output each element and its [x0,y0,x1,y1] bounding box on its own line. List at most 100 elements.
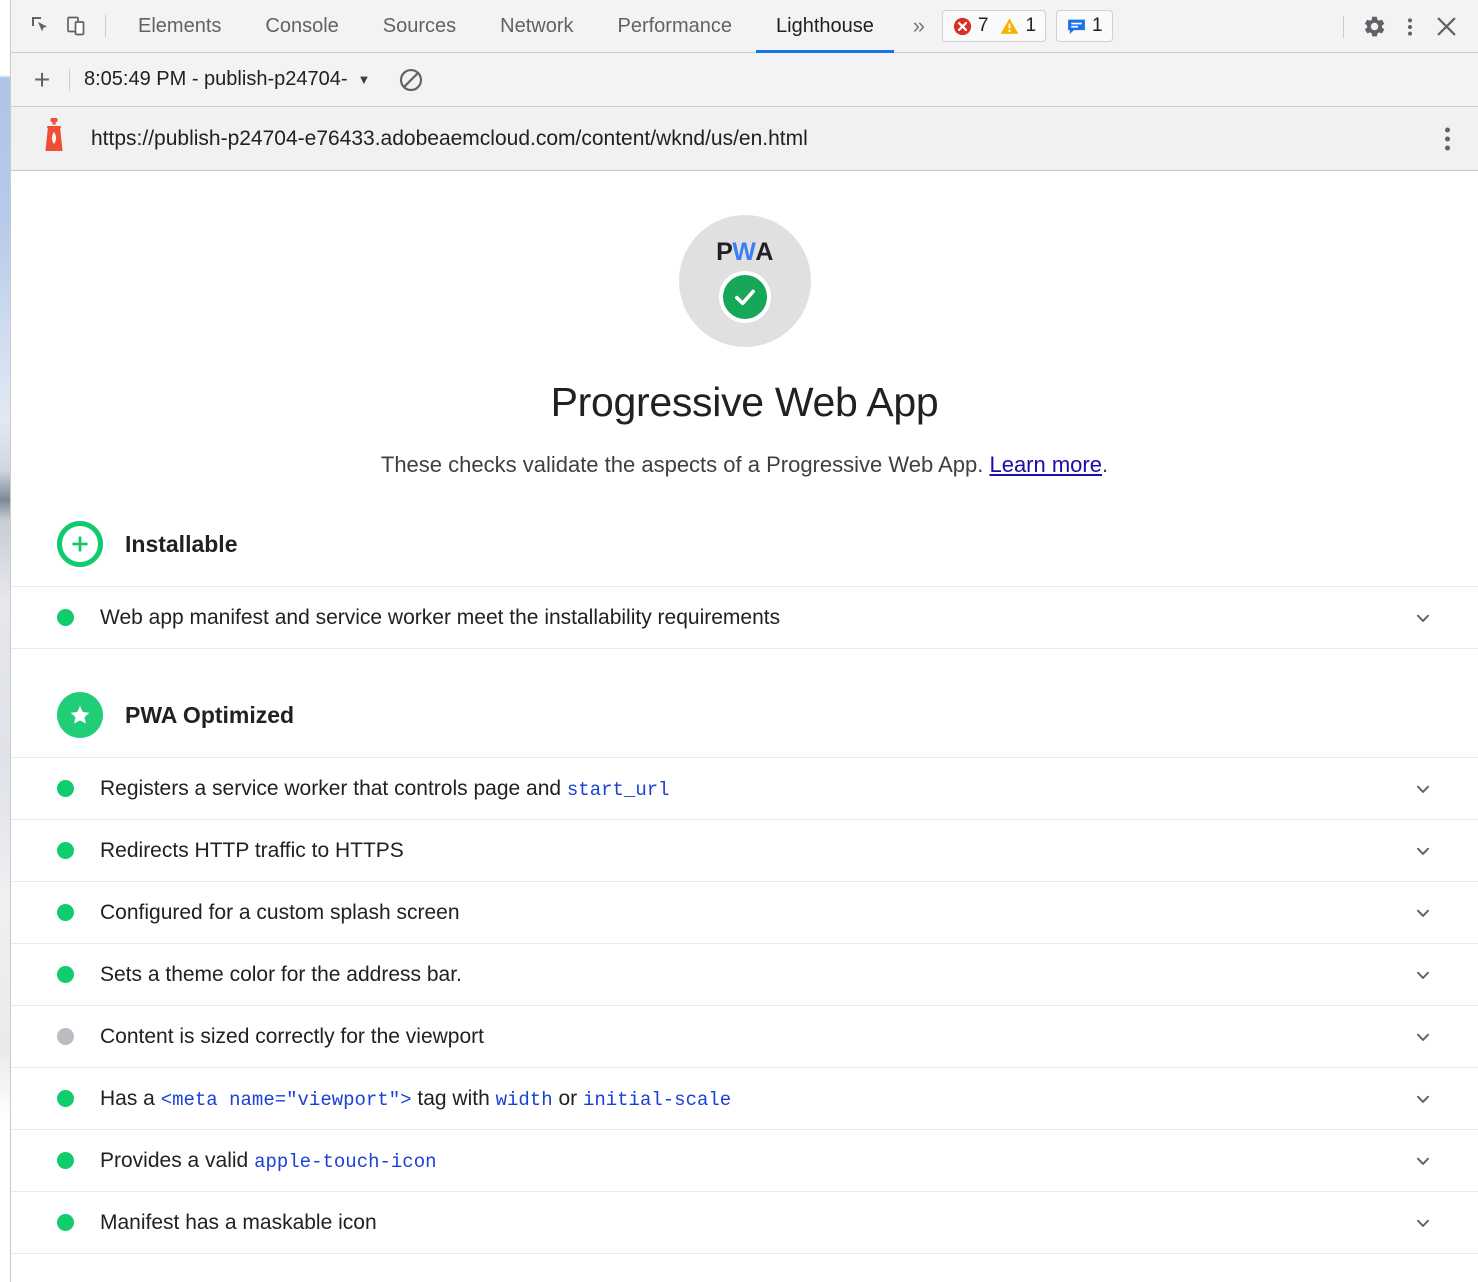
report-more-options-icon[interactable] [1439,121,1456,156]
audit-row[interactable]: Configured for a custom splash screen [11,881,1478,943]
audit-title: Sets a theme color for the address bar. [100,963,1412,987]
chevron-down-icon[interactable] [1412,1088,1434,1110]
lighthouse-icon [39,117,69,160]
audit-code-part: apple-touch-icon [254,1151,436,1173]
pwa-gauge: PWA [679,215,811,347]
issues-counter-group[interactable]: 7 1 [942,10,1046,42]
warning-count: 1 [1025,15,1036,37]
audit-title: Web app manifest and service worker meet… [100,606,1412,630]
chevron-down-icon[interactable] [1412,1150,1434,1172]
tab-lighthouse[interactable]: Lighthouse [754,0,896,53]
dot [1445,145,1450,150]
chevron-down-icon[interactable] [1412,607,1434,629]
audit-text-part: Content is sized correctly for the viewp… [100,1025,484,1048]
page-title: Progressive Web App [11,379,1478,426]
section-title-pwa-optimized: PWA Optimized [125,702,294,729]
warning-icon [999,16,1020,37]
message-count: 1 [1092,15,1103,37]
status-dot-pass [57,780,74,797]
audit-title: Provides a valid apple-touch-icon [100,1149,1412,1173]
device-toolbar-icon[interactable] [59,8,95,44]
tab-elements[interactable]: Elements [116,0,243,53]
audit-text-part: tag with [412,1087,496,1110]
chevron-down-icon[interactable] [1412,778,1434,800]
clear-report-icon[interactable] [394,63,428,97]
chevron-down-icon[interactable] [1412,902,1434,924]
status-dot-pass [57,966,74,983]
section-divider [11,648,1478,649]
inspect-element-icon[interactable] [23,8,59,44]
audit-title: Registers a service worker that controls… [100,777,1412,801]
audit-title: Configured for a custom splash screen [100,901,1412,925]
status-dot-pass [57,1090,74,1107]
audit-code-part: <meta name="viewport"> [161,1089,412,1111]
audit-code-part: width [496,1089,553,1111]
report-url-text: https://publish-p24704-e76433.adobeaemcl… [91,127,808,151]
report-url-bar: https://publish-p24704-e76433.adobeaemcl… [11,107,1478,171]
new-report-label: + [34,64,50,96]
report-description: These checks validate the aspects of a P… [11,452,1478,478]
lighthouse-report-strip: + 8:05:49 PM - publish-p24704- ▼ [11,53,1478,107]
section-title-installable: Installable [125,531,237,558]
tab-lighthouse-label: Lighthouse [776,15,874,38]
toolbar-right-actions [1331,0,1478,53]
audit-text-part: Provides a valid [100,1149,254,1172]
audit-title: Has a <meta name="viewport"> tag with wi… [100,1087,1412,1111]
audit-row[interactable]: Registers a service worker that controls… [11,757,1478,819]
audit-text-part: Web app manifest and service worker meet… [100,606,780,629]
audit-code-part: start_url [567,779,670,801]
chevron-down-icon[interactable] [1412,964,1434,986]
audit-text-part: or [553,1087,583,1110]
audit-row[interactable]: Sets a theme color for the address bar. [11,943,1478,1005]
status-dot-not-applicable [57,1028,74,1045]
tab-sources[interactable]: Sources [361,0,478,53]
section-header-installable: Installable [11,516,1478,572]
audit-row[interactable]: Manifest has a maskable icon [11,1191,1478,1253]
audit-text-part: Redirects HTTP traffic to HTTPS [100,839,404,862]
close-icon[interactable] [1428,9,1464,45]
section-divider [11,1253,1478,1254]
tab-network[interactable]: Network [478,0,595,53]
section-header-pwa-optimized: PWA Optimized [11,687,1478,743]
learn-more-link[interactable]: Learn more [989,452,1102,477]
audit-text-part: Has a [100,1087,161,1110]
chevron-down-icon[interactable] [1412,1026,1434,1048]
chevron-down-icon: ▼ [358,72,371,87]
section-pwa-optimized: PWA Optimized Registers a service worker… [11,687,1478,1254]
devtools-window: Elements Console Sources Network Perform… [10,0,1478,1282]
new-report-button[interactable]: + [25,63,59,97]
pwa-wordmark: PWA [716,240,773,265]
audit-row[interactable]: Content is sized correctly for the viewp… [11,1005,1478,1067]
error-icon [952,16,973,37]
pwa-letter-w: W [732,240,755,265]
tab-console[interactable]: Console [243,0,360,53]
chevron-down-icon[interactable] [1412,1212,1434,1234]
report-selector-dropdown[interactable]: 8:05:49 PM - publish-p24704- ▼ [80,68,374,91]
gear-icon[interactable] [1356,9,1392,45]
devtools-tabs: Elements Console Sources Network Perform… [116,0,896,53]
pwa-letter-a: A [755,240,773,265]
status-dot-pass [57,609,74,626]
audit-code-part: initial-scale [583,1089,731,1111]
messages-counter-group[interactable]: 1 [1056,10,1113,42]
tab-performance[interactable]: Performance [596,0,755,53]
chevron-down-icon[interactable] [1412,840,1434,862]
audit-text-part: Sets a theme color for the address bar. [100,963,462,986]
pwa-gauge-wrapper: PWA [11,215,1478,347]
audit-row[interactable]: Provides a valid apple-touch-icon [11,1129,1478,1191]
dot [1445,136,1450,141]
status-dot-pass [57,1152,74,1169]
audit-row[interactable]: Has a <meta name="viewport"> tag with wi… [11,1067,1478,1129]
status-dot-pass [57,1214,74,1231]
more-options-icon[interactable] [1392,9,1428,45]
chevron-double-right-icon[interactable]: » [896,0,942,53]
audit-row[interactable]: Redirects HTTP traffic to HTTPS [11,819,1478,881]
tab-console-label: Console [265,15,338,38]
star-circle-icon [57,692,103,738]
report-description-prefix: These checks validate the aspects of a P… [381,452,990,477]
underlying-page-sliver [0,0,10,1282]
more-tabs-label: » [913,13,925,39]
audit-row[interactable]: Web app manifest and service worker meet… [11,586,1478,648]
message-icon [1066,16,1087,37]
audit-list-pwa-optimized: Registers a service worker that controls… [11,757,1478,1253]
